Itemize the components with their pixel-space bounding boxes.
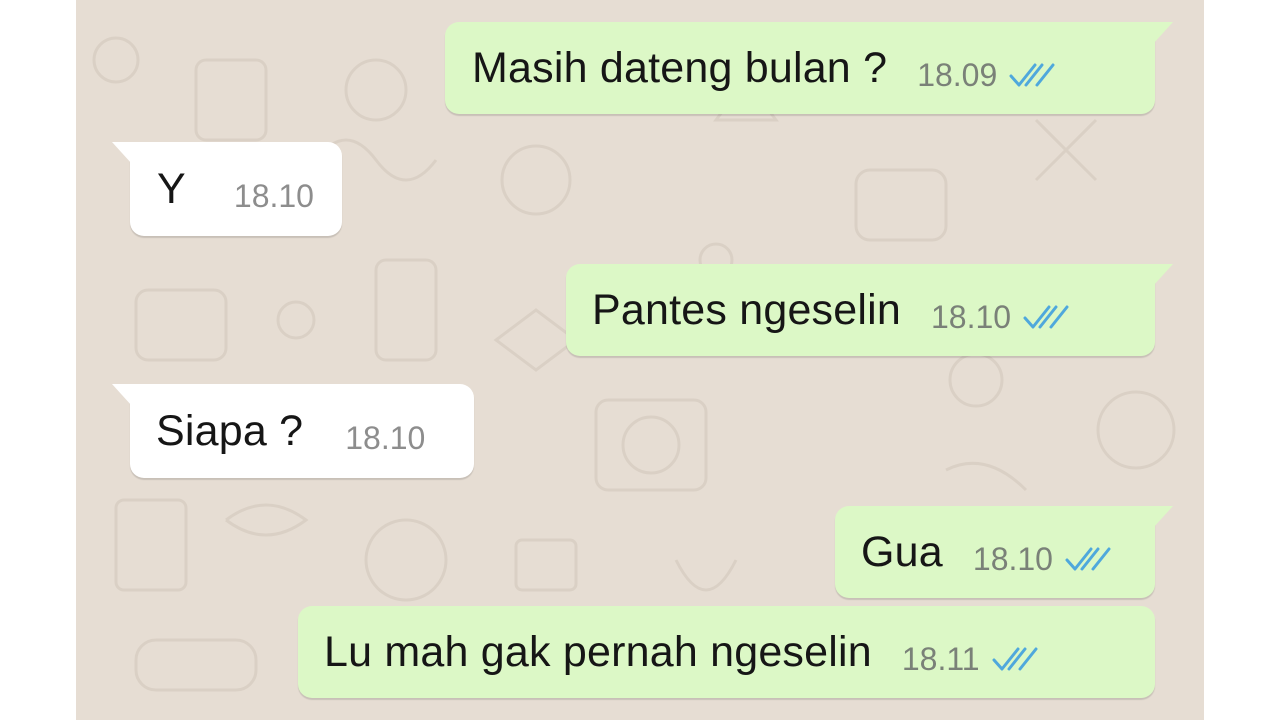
message-text: Y	[157, 164, 186, 213]
bubble-tail	[1153, 264, 1173, 286]
message-meta: 18.10	[234, 178, 314, 215]
chat-window: Masih dateng bulan ? 18.09 Y 18.10 Pante…	[76, 0, 1204, 720]
message-outgoing[interactable]: Gua 18.10	[835, 506, 1173, 598]
message-time: 18.09	[917, 56, 998, 93]
double-check-read-icon	[992, 647, 1038, 671]
message-text: Masih dateng bulan ?	[472, 43, 888, 92]
double-check-read-icon	[1009, 63, 1055, 87]
message-time: 18.10	[972, 540, 1053, 577]
message-text: Pantes ngeselin	[592, 285, 901, 334]
bubble-tail	[1153, 506, 1173, 528]
bubble-tail	[112, 142, 132, 164]
message-time: 18.10	[345, 419, 426, 456]
message-incoming[interactable]: Y 18.10	[112, 142, 342, 236]
message-incoming[interactable]: Siapa ? 18.10	[112, 384, 474, 478]
message-time: 18.11	[901, 640, 980, 677]
bubble-tail	[1153, 22, 1173, 44]
message-time: 18.10	[233, 177, 314, 214]
double-check-read-icon	[1023, 305, 1069, 329]
message-outgoing[interactable]: Masih dateng bulan ? 18.09	[445, 22, 1173, 114]
message-meta: 18.11	[902, 641, 1042, 678]
message-meta: 18.10	[345, 420, 425, 457]
message-meta: 18.09	[917, 57, 1059, 94]
message-outgoing[interactable]: Pantes ngeselin 18.10	[566, 264, 1173, 356]
double-check-read-icon	[1065, 547, 1111, 571]
message-outgoing[interactable]: Lu mah gak pernah ngeselin 18.11	[298, 606, 1155, 698]
message-text: Lu mah gak pernah ngeselin	[324, 627, 872, 676]
message-text: Siapa ?	[156, 406, 304, 455]
message-meta: 18.10	[973, 541, 1115, 578]
message-meta: 18.10	[931, 299, 1073, 336]
message-time: 18.10	[931, 298, 1012, 335]
bubble-tail	[112, 384, 132, 406]
message-text: Gua	[861, 527, 943, 576]
